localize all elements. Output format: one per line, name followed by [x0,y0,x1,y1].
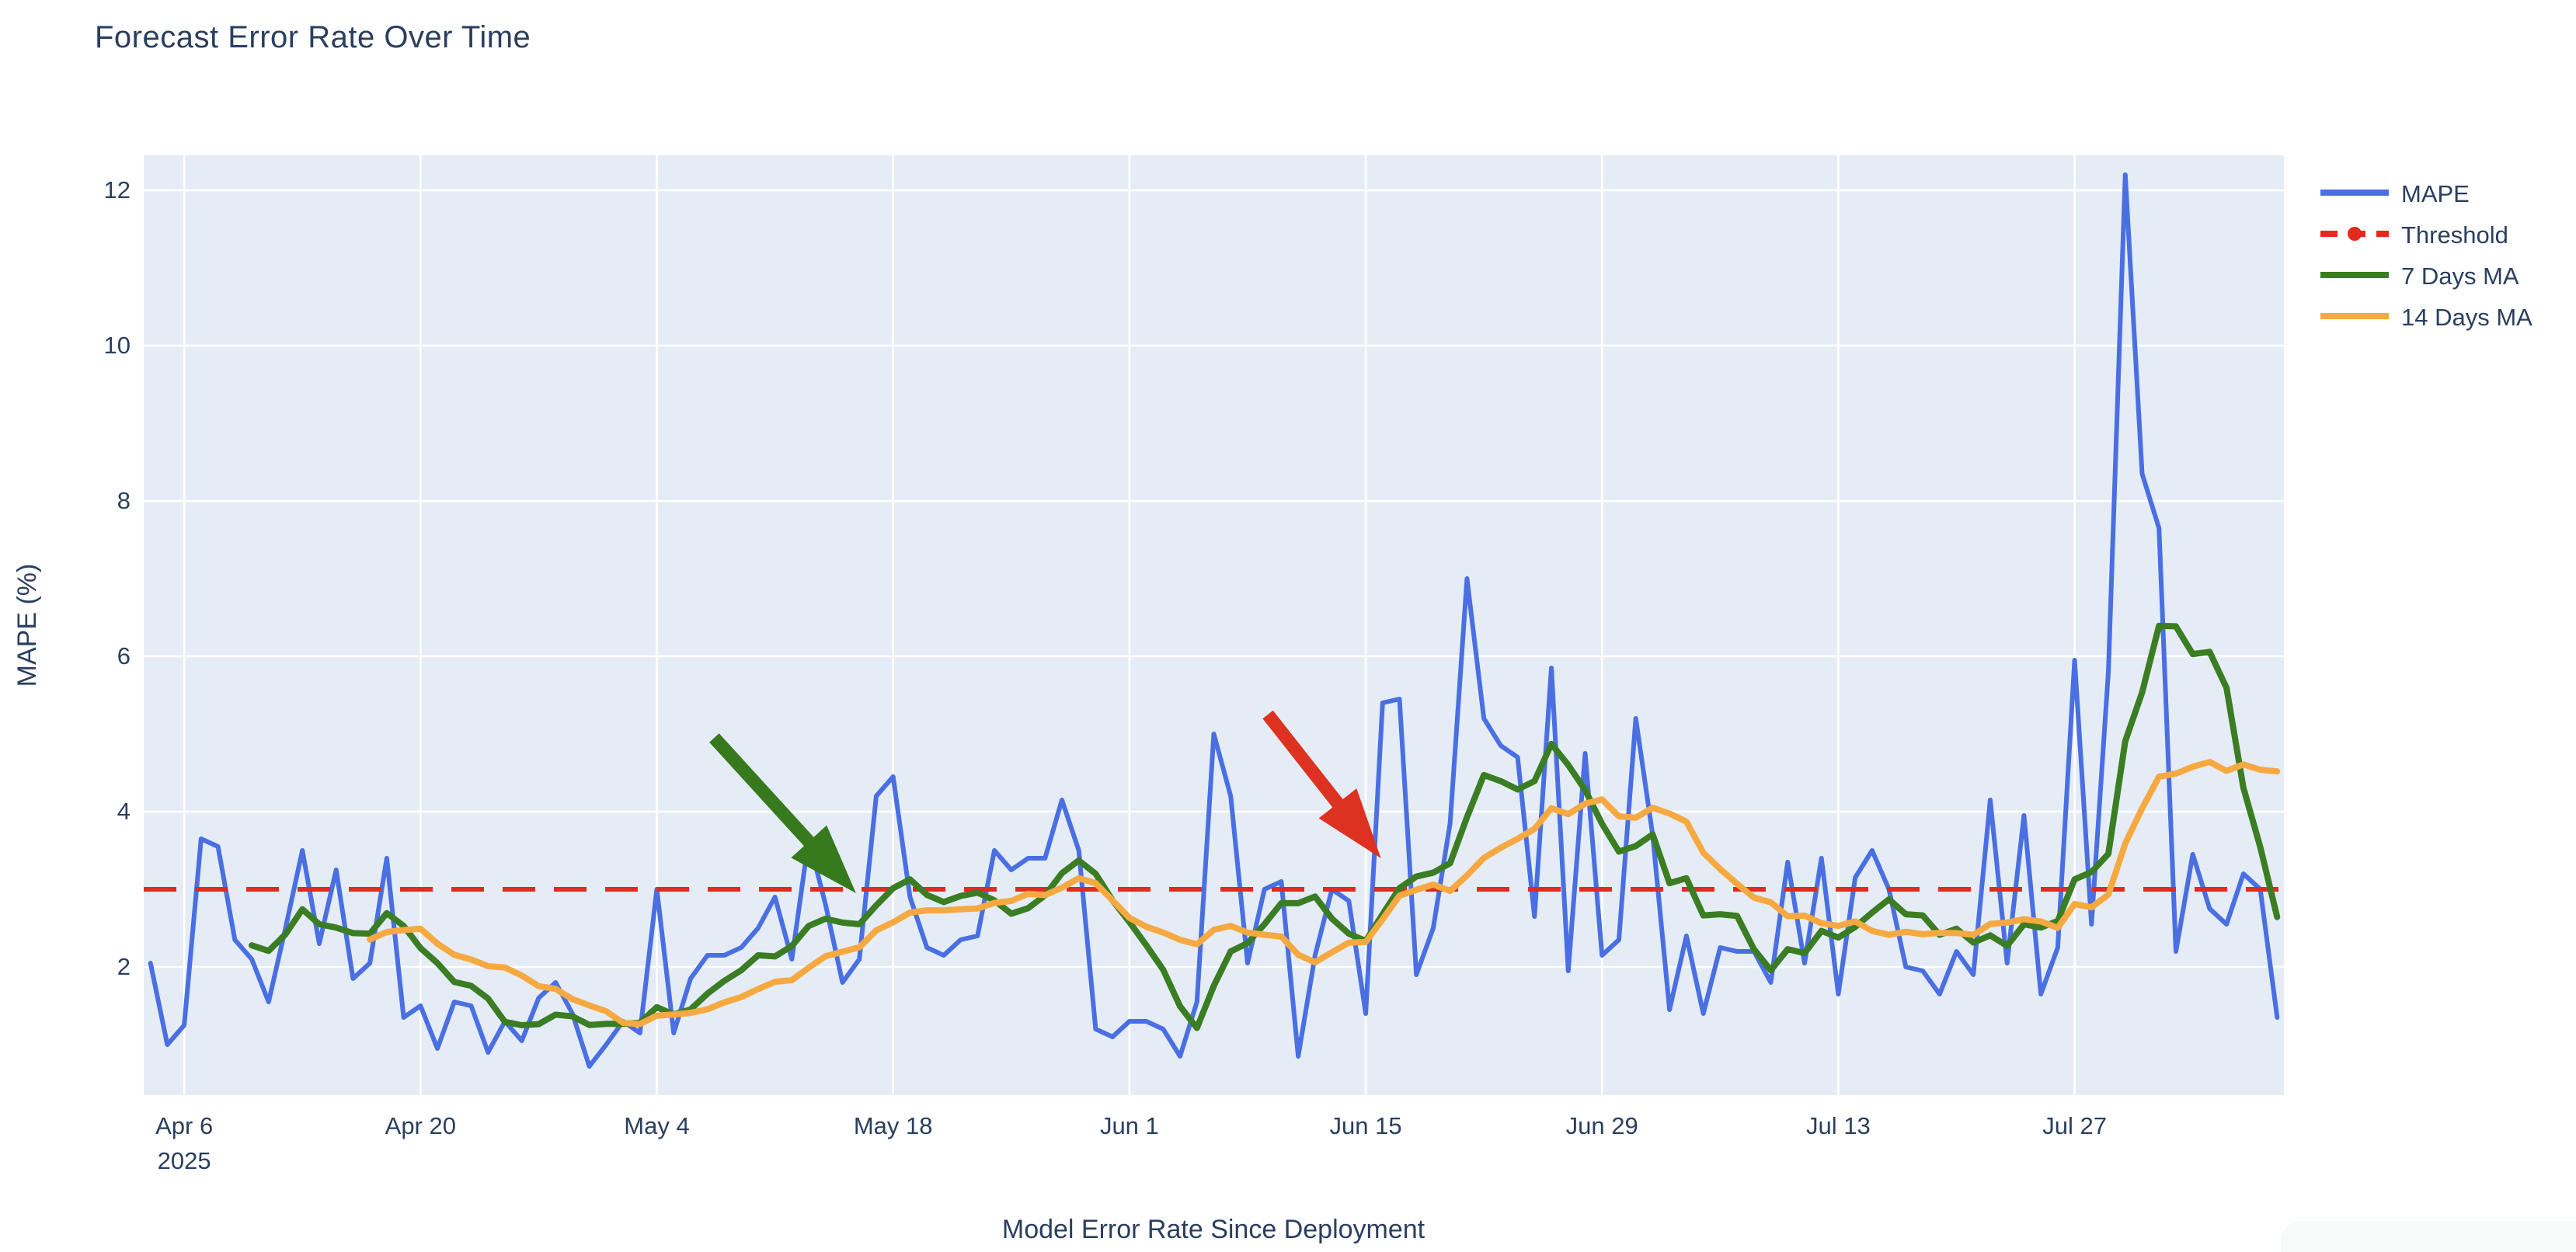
legend-label: Threshold [2401,221,2508,249]
legend-item-mape[interactable]: MAPE [2319,180,2532,208]
x-tick-label: May 18 [854,1109,933,1144]
x-tick-label: Apr 20 [385,1109,456,1144]
y-tick-label: 8 [61,487,131,515]
x-tick-label: Apr 6 2025 [155,1109,213,1179]
x-tick-label: May 4 [624,1109,689,1144]
x-tick-label: Jun 29 [1566,1109,1638,1144]
plot-canvas[interactable] [0,0,2576,1252]
plot-background [144,155,2284,1095]
threshold-dash-swatch-icon [2319,225,2390,246]
y-axis-title: MAPE (%) [12,564,43,687]
chart-area: Forecast Error Rate Over Time MAPE (%) M… [0,0,2576,1252]
legend: MAPE Threshold 7 Days MA 14 Days MA [2319,180,2532,345]
legend-item-ma7[interactable]: 7 Days MA [2319,263,2532,290]
x-tick-label: Jun 1 [1100,1109,1159,1144]
legend-label: 7 Days MA [2401,263,2519,290]
y-tick-label: 6 [61,642,131,670]
x-axis-title: Model Error Rate Since Deployment [1002,1215,1425,1245]
x-tick-label: Jul 13 [1806,1109,1871,1144]
legend-item-ma14[interactable]: 14 Days MA [2319,304,2532,332]
y-tick-label: 12 [61,176,131,204]
legend-label: 14 Days MA [2401,304,2532,332]
ma14-line-swatch-icon [2319,308,2390,329]
corner-ghost-watermark [2281,1221,2576,1252]
y-tick-label: 2 [61,953,131,981]
ma7-line-swatch-icon [2319,266,2390,287]
y-tick-label: 4 [61,798,131,826]
x-tick-label: Jul 27 [2042,1109,2107,1144]
legend-label: MAPE [2401,180,2470,208]
mape-line-swatch-icon [2319,184,2390,205]
x-tick-label: Jun 15 [1329,1109,1401,1144]
y-tick-label: 10 [61,332,131,360]
legend-item-threshold[interactable]: Threshold [2319,221,2532,249]
